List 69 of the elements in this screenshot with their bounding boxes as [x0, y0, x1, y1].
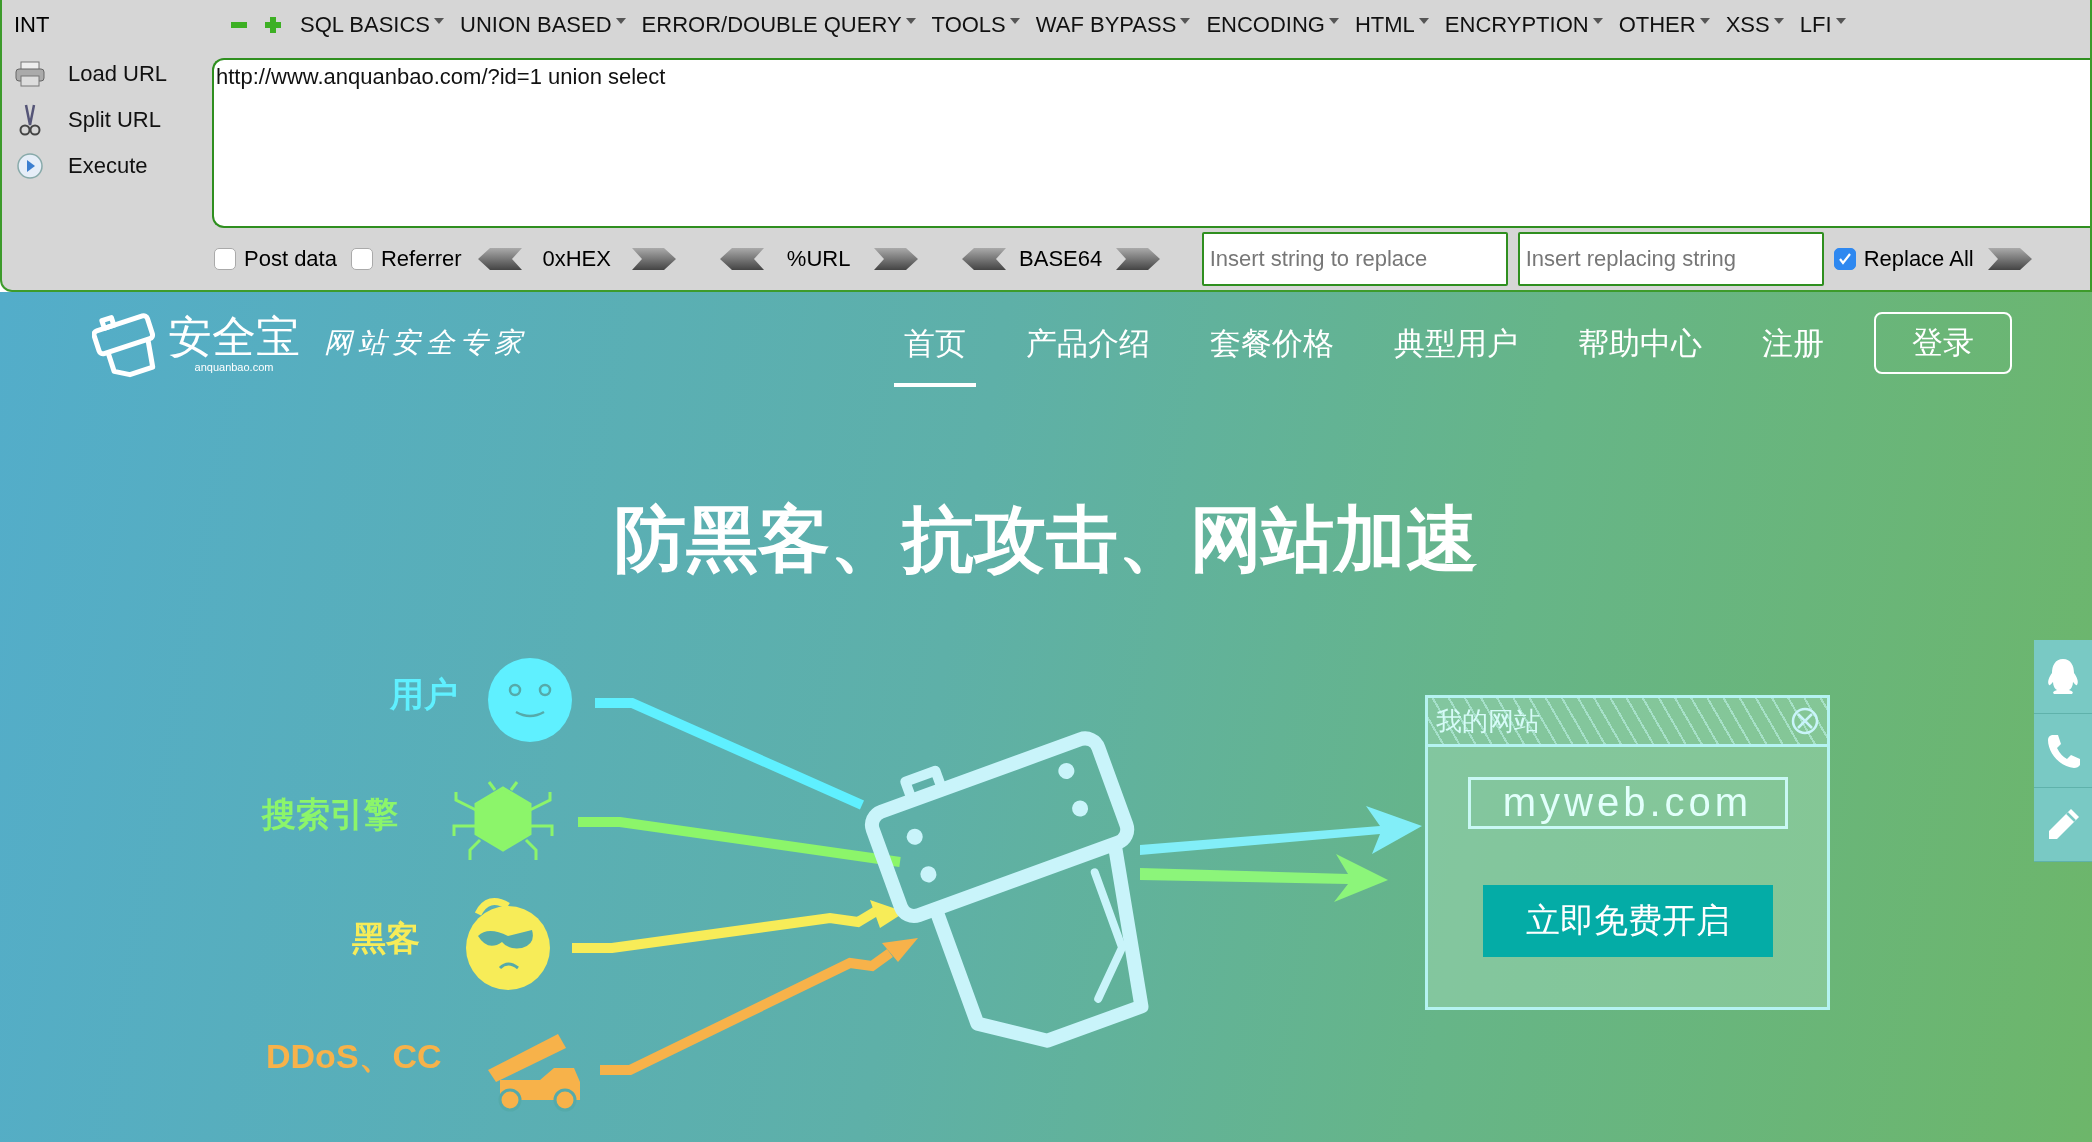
- source-label: 搜索引擎: [262, 794, 398, 835]
- menu-button[interactable]: SQL BASICS: [292, 12, 452, 38]
- close-icon: [1791, 707, 1819, 735]
- int-label: INT: [13, 12, 51, 38]
- menu-button[interactable]: TOOLS: [923, 12, 1028, 38]
- source-label: 用户: [390, 674, 458, 715]
- option-label: Post data: [244, 246, 337, 272]
- play-icon: [14, 152, 46, 180]
- angry-face-icon: [466, 898, 550, 990]
- qq-button[interactable]: [2034, 640, 2092, 714]
- side-button[interactable]: Load URL: [2, 56, 212, 92]
- replace-field[interactable]: Insert string to replace: [1201, 232, 1508, 286]
- caret-icon: [1418, 18, 1429, 24]
- phone-icon: [2046, 732, 2080, 769]
- menu-button[interactable]: WAF BYPASS: [1027, 12, 1199, 38]
- right-arrow-button[interactable]: [1987, 246, 2034, 272]
- option-checkbox[interactable]: Referrer: [350, 246, 462, 272]
- source-label: DDoS、CC: [266, 1036, 442, 1077]
- plus-icon: [264, 16, 282, 34]
- encoder-label: BASE64: [1018, 246, 1104, 272]
- phone-button[interactable]: [2034, 714, 2092, 788]
- logo-domain: anquanbao.com: [194, 361, 274, 373]
- option-label: Referrer: [380, 246, 462, 272]
- replacing-field[interactable]: Insert replacing string: [1517, 232, 1824, 286]
- encoder-label: 0xHEX: [541, 246, 612, 272]
- headline: 防黑客、抗攻击、网站加速: [613, 498, 1479, 581]
- source-label: 黑客: [352, 918, 420, 959]
- caret-icon: [615, 18, 626, 24]
- right-arrow-button[interactable]: [631, 246, 678, 272]
- caret-icon: [434, 18, 444, 24]
- caret-icon: [1180, 18, 1191, 24]
- smiley-icon: [488, 658, 572, 742]
- replace-all-checkbox[interactable]: Replace All: [1833, 246, 1974, 272]
- check-icon: [1836, 251, 1853, 267]
- encoder-label: %URL: [785, 246, 852, 272]
- caret-icon: [1592, 18, 1603, 24]
- window-title: 我的网站: [1436, 704, 1540, 738]
- caret-icon: [1328, 18, 1339, 24]
- option-checkbox[interactable]: Post data: [214, 246, 337, 272]
- penguin-icon: [2045, 656, 2081, 697]
- checkbox[interactable]: [1833, 248, 1856, 270]
- right-arrow-button[interactable]: [873, 246, 920, 272]
- menu-button[interactable]: UNION BASED: [452, 12, 634, 38]
- caret-icon: [1009, 18, 1020, 24]
- menu-button[interactable]: ENCRYPTION: [1436, 12, 1611, 38]
- menu-button[interactable]: HTML: [1346, 12, 1437, 38]
- logo-slogan: 网站安全专家: [324, 325, 528, 361]
- side-button[interactable]: Split URL: [2, 102, 212, 138]
- checkbox[interactable]: [350, 248, 373, 270]
- caret-icon: [905, 18, 916, 24]
- checkbox[interactable]: [214, 248, 236, 270]
- caret-icon: [1835, 18, 1846, 24]
- side-button[interactable]: Execute: [2, 148, 212, 184]
- cannon-truck-icon: [488, 1034, 580, 1112]
- menu-button[interactable]: ERROR/DOUBLE QUERY: [633, 12, 924, 38]
- bug-icon: [452, 780, 554, 862]
- logo-name: 安全宝: [168, 313, 300, 361]
- pencil-button[interactable]: [2034, 788, 2092, 862]
- right-arrow-button[interactable]: [1115, 246, 1162, 272]
- url-field[interactable]: http://www.anquanbao.com/?id=1 union select: [212, 58, 2090, 228]
- option-label: Replace All: [1863, 246, 1974, 272]
- printer-icon: [14, 61, 46, 87]
- menu-button[interactable]: LFI: [1791, 12, 1854, 38]
- menu-button[interactable]: XSS: [1717, 12, 1792, 38]
- menu-button[interactable]: OTHER: [1610, 12, 1718, 38]
- address-field: myweb.com: [1467, 777, 1788, 829]
- caret-icon: [1773, 18, 1784, 24]
- menu-button[interactable]: ENCODING: [1198, 12, 1347, 38]
- caret-icon: [1699, 18, 1710, 24]
